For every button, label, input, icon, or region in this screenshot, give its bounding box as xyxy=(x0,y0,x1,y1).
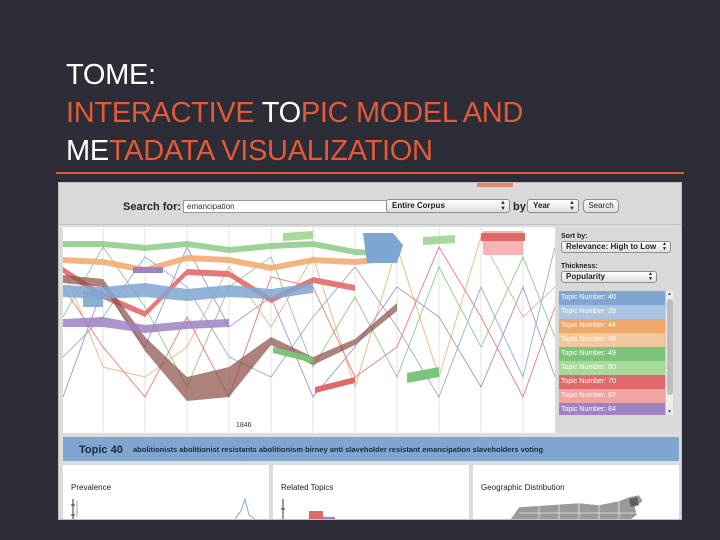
corpus-select[interactable]: Entire Corpus ▲ ▼ xyxy=(386,199,510,213)
title-line-2-b: TO xyxy=(261,97,301,129)
brand-tab xyxy=(477,183,513,187)
prevalence-title: Prevalence xyxy=(71,483,112,492)
topic-detail-bar: Topic 40 abolitionists abolitionist resi… xyxy=(63,437,679,461)
topic-flow-svg[interactable] xyxy=(63,227,555,433)
thickness-select-value: Popularity xyxy=(566,272,606,281)
topic-list-item[interactable]: Topic Number: 44 xyxy=(559,319,665,333)
title-line-1: TOME: xyxy=(66,59,156,91)
prevalence-panel: Prevalence xyxy=(63,465,269,519)
title-divider xyxy=(56,172,684,174)
us-map xyxy=(510,494,644,519)
topic-words: abolitionists abolitionist resistants ab… xyxy=(133,445,544,454)
title-line-3: METADATA VISUALIZATION xyxy=(66,132,523,170)
topic-list-item[interactable]: Topic Number: 49 xyxy=(559,347,665,361)
slide-title: TOME: INTERACTIVE TOPIC MODEL AND METADA… xyxy=(66,56,523,170)
corpus-select-value: Entire Corpus xyxy=(392,201,445,210)
select-arrows-icon: ▲ ▼ xyxy=(662,241,667,252)
topic-list[interactable]: Topic Number: 40 Topic Number: 29 Topic Nu… xyxy=(559,291,665,415)
topic-list-item[interactable]: Topic Number: 29 xyxy=(559,305,665,319)
topic-list-item[interactable]: Topic Number: 82 xyxy=(559,389,665,403)
topic-list-item[interactable]: Topic Number: 46 xyxy=(559,333,665,347)
search-bar: Search for: emancipation in Entire Corpu… xyxy=(59,183,681,225)
scroll-down-icon[interactable]: ▼ xyxy=(667,409,672,415)
thickness-label: Thickness: xyxy=(561,263,598,270)
thickness-select[interactable]: Popularity ▲ ▼ xyxy=(561,271,657,283)
select-arrows-icon: ▲ ▼ xyxy=(569,200,575,212)
related-topics-title: Related Topics xyxy=(281,483,334,492)
geographic-distribution-title: Geographic Distribution xyxy=(481,483,565,492)
title-line-2-a: INTERACTIVE xyxy=(66,97,262,129)
geographic-distribution-panel: Geographic Distribution xyxy=(473,465,679,519)
topic-list-item[interactable]: Topic Number: 40 xyxy=(559,291,665,305)
prevalence-mini-chart xyxy=(234,497,256,519)
search-label: Search for: xyxy=(123,201,182,213)
title-line-2: INTERACTIVE TOPIC MODEL AND xyxy=(66,94,523,132)
topic-list-item[interactable]: Topic Number: 60 xyxy=(559,361,665,375)
year-tick-label: 1846 xyxy=(236,422,252,429)
title-line-2-c: PIC MODEL AND xyxy=(300,97,524,129)
prevalence-sparkline xyxy=(71,499,78,519)
topic-flow-visualization[interactable]: 1846 xyxy=(63,227,555,433)
title-line-3-a: ME xyxy=(66,135,109,167)
topic-list-item[interactable]: Topic Number: 70 xyxy=(559,375,665,389)
tome-app-screenshot: Search for: emancipation in Entire Corpu… xyxy=(58,182,682,520)
sort-select[interactable]: Relevance: High to Low ▲ ▼ xyxy=(561,241,671,253)
scroll-thumb[interactable] xyxy=(667,299,673,395)
sort-select-value: Relevance: High to Low xyxy=(566,242,657,251)
group-by-select-value: Year xyxy=(533,201,550,210)
search-button[interactable]: Search xyxy=(583,199,619,213)
by-label: by xyxy=(513,201,526,213)
select-arrows-icon: ▲ ▼ xyxy=(500,200,506,212)
related-topics-chart xyxy=(281,499,335,519)
topic-number: Topic 40 xyxy=(79,444,123,456)
related-topics-panel: Related Topics xyxy=(273,465,469,519)
search-input[interactable]: emancipation xyxy=(183,200,397,213)
scroll-up-icon[interactable]: ▲ xyxy=(667,291,672,297)
title-line-3-b: TADATA VISUALIZATION xyxy=(108,135,433,167)
group-by-select[interactable]: Year ▲ ▼ xyxy=(527,199,579,213)
select-arrows-icon: ▲ ▼ xyxy=(648,271,653,282)
sort-label: Sort by: xyxy=(561,233,588,240)
sidebar: Sort by: Relevance: High to Low ▲ ▼ Thick… xyxy=(557,227,679,433)
topic-list-item[interactable]: Topic Number: 84 xyxy=(559,403,665,415)
topic-list-scrollbar[interactable]: ▲ ▼ xyxy=(665,291,673,415)
